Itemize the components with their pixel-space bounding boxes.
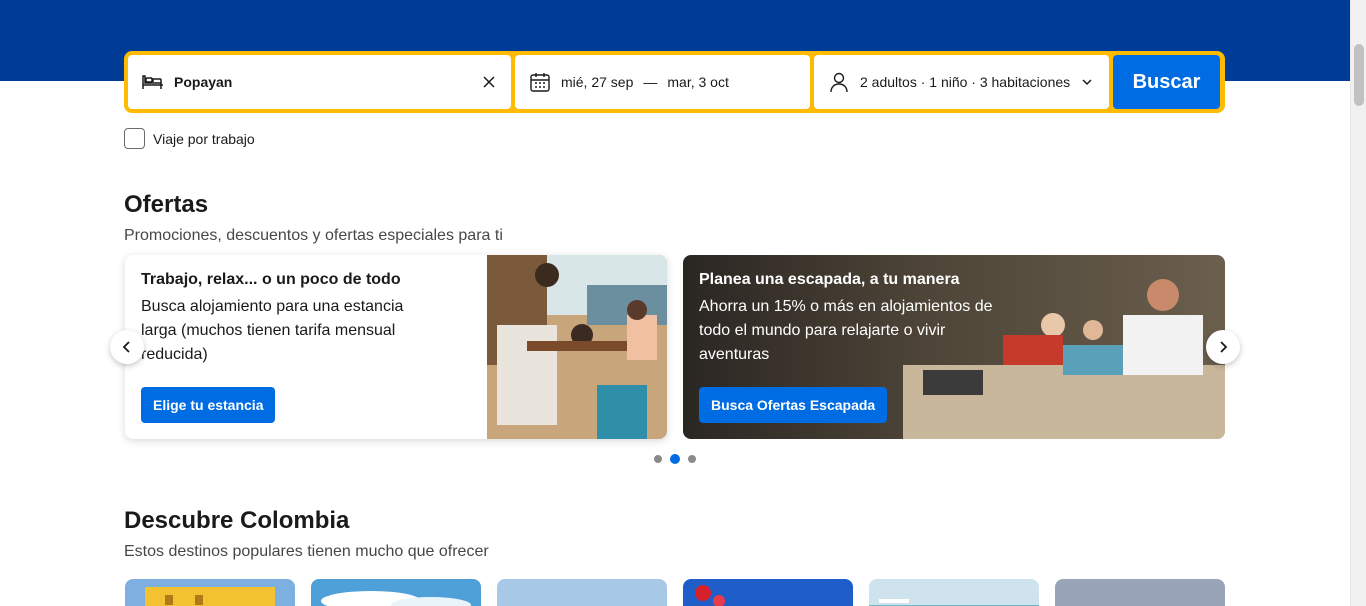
carousel-dots <box>654 454 696 464</box>
discover-title: Descubre Colombia <box>124 507 350 534</box>
person-icon <box>826 69 852 95</box>
discover-subtitle: Estos destinos populares tienen mucho qu… <box>124 543 489 560</box>
scrollbar-thumb[interactable] <box>1354 44 1364 106</box>
destination-tile[interactable] <box>869 579 1039 606</box>
checkin-date: mié, 27 sep <box>561 74 634 90</box>
destination-input[interactable]: Popayan <box>174 74 479 90</box>
offer-card-photo <box>487 255 667 439</box>
business-trip-label: Viaje por trabajo <box>153 130 255 147</box>
clear-icon[interactable] <box>479 72 499 92</box>
chevron-right-icon <box>1220 341 1228 353</box>
destination-tile[interactable] <box>683 579 853 606</box>
carousel-dot[interactable] <box>688 455 696 463</box>
offer-card-title: Planea una escapada, a tu manera <box>699 271 960 288</box>
destination-tile[interactable] <box>125 579 295 606</box>
offer-card-getaway: Planea una escapada, a tu manera Ahorra … <box>683 255 1225 439</box>
destination-tile[interactable] <box>311 579 481 606</box>
choose-stay-button[interactable]: Elige tu estancia <box>141 387 276 423</box>
business-trip-checkbox[interactable] <box>124 128 145 149</box>
chevron-down-icon[interactable] <box>1077 72 1097 92</box>
carousel-dot[interactable] <box>654 455 662 463</box>
date-field[interactable]: mié, 27 sep — mar, 3 oct <box>515 55 810 109</box>
business-trip-option[interactable]: Viaje por trabajo <box>124 128 255 149</box>
checkout-date: mar, 3 oct <box>667 74 729 90</box>
chevron-left-icon <box>122 341 130 353</box>
occupancy-value: 2 adultos · 1 niño · 3 habitaciones <box>860 74 1071 90</box>
carousel-next-button[interactable] <box>1206 330 1240 364</box>
carousel-prev-button[interactable] <box>110 330 144 364</box>
occupancy-field[interactable]: 2 adultos · 1 niño · 3 habitaciones <box>814 55 1109 109</box>
carousel-dot-active[interactable] <box>670 454 680 464</box>
search-bar: Popayan mié, 27 sep — mar, 3 oct 2 adultos… <box>124 51 1225 113</box>
vertical-scrollbar[interactable] <box>1350 0 1366 606</box>
getaway-deals-button[interactable]: Busca Ofertas Escapada <box>699 387 888 423</box>
destination-tile[interactable] <box>1055 579 1225 606</box>
offers-title: Ofertas <box>124 191 209 218</box>
date-separator: — <box>643 74 658 90</box>
offer-card-title: Trabajo, relax... o un poco de todo <box>141 271 401 288</box>
search-button[interactable]: Buscar <box>1113 55 1220 109</box>
bed-icon <box>140 69 166 95</box>
destination-field[interactable]: Popayan <box>128 55 511 109</box>
offer-card-long-stay: Trabajo, relax... o un poco de todo Busc… <box>125 255 667 439</box>
offer-card-body: Busca alojamiento para una estancia larg… <box>141 298 404 363</box>
destination-tile[interactable] <box>497 579 667 606</box>
offer-card-body: Ahorra un 15% o más en alojamientos de t… <box>699 298 993 363</box>
calendar-icon <box>527 69 553 95</box>
date-range[interactable]: mié, 27 sep — mar, 3 oct <box>561 74 798 90</box>
offers-subtitle: Promociones, descuentos y ofertas especi… <box>124 227 503 244</box>
